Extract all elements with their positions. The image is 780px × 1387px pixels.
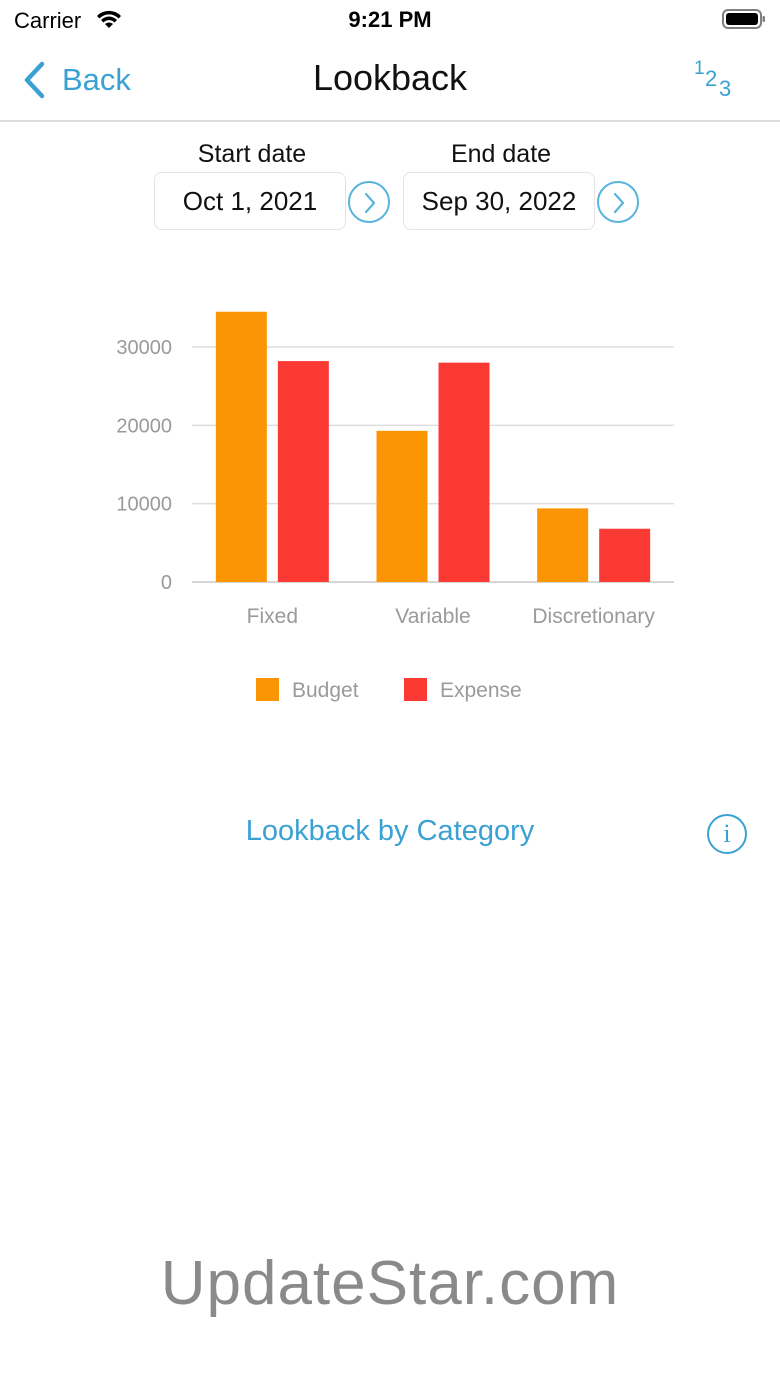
legend-label-expense: Expense xyxy=(440,679,522,702)
battery-icon xyxy=(722,9,765,29)
watermark-text: UpdateStar.com xyxy=(160,1249,620,1318)
bar-expense-variable xyxy=(438,362,490,582)
end-date-group: End date Sep 30, 2022 xyxy=(381,140,639,230)
bar-budget-variable xyxy=(376,430,428,582)
y-tick-label: 20000 xyxy=(116,415,172,437)
status-bar: Carrier 9:21 PM xyxy=(0,0,780,40)
bar-budget-discretionary xyxy=(537,508,589,582)
legend-swatch-expense xyxy=(404,678,427,701)
info-icon[interactable]: i xyxy=(707,814,747,854)
legend-label-budget: Budget xyxy=(292,679,359,702)
lookback-by-category-link[interactable]: Lookback by Category xyxy=(0,815,780,848)
end-date-field[interactable]: Sep 30, 2022 xyxy=(403,172,595,230)
number-three-glyph: 3 xyxy=(719,76,732,101)
number-one-glyph: 1 xyxy=(694,58,705,79)
number-format-button[interactable]: 1 2 3 xyxy=(692,58,736,102)
legend-swatch-budget xyxy=(256,678,279,701)
end-date-label: End date xyxy=(450,140,552,168)
start-date-label: Start date xyxy=(197,140,307,168)
y-tick-label: 30000 xyxy=(116,337,172,359)
chevron-right-icon xyxy=(613,192,625,214)
x-category-label: Fixed xyxy=(247,605,298,628)
start-date-next-button[interactable] xyxy=(348,181,390,223)
x-category-label: Discretionary xyxy=(532,605,655,628)
x-category-label: Variable xyxy=(395,605,471,628)
bar-budget-fixed xyxy=(215,311,267,582)
number-two-glyph: 2 xyxy=(705,66,718,91)
y-tick-label: 0 xyxy=(161,572,172,594)
end-date-next-button[interactable] xyxy=(597,181,639,223)
bar-expense-fixed xyxy=(277,361,329,582)
budget-expense-chart: 0 10000 20000 30000 Fixed Variable Discretiona… xyxy=(80,280,700,720)
navigation-bar: Back Lookback 1 2 3 xyxy=(0,40,780,122)
start-date-field[interactable]: Oct 1, 2021 xyxy=(154,172,346,230)
chevron-right-icon xyxy=(364,192,376,214)
bar-chart-svg: 0 10000 20000 30000 Fixed Variable Discretiona… xyxy=(116,311,674,702)
page-title: Lookback xyxy=(312,57,468,98)
clock: 9:21 PM xyxy=(348,7,432,32)
y-tick-label: 10000 xyxy=(116,494,172,516)
start-date-group: Start date Oct 1, 2021 xyxy=(132,140,390,230)
bar-expense-discretionary xyxy=(599,528,651,582)
